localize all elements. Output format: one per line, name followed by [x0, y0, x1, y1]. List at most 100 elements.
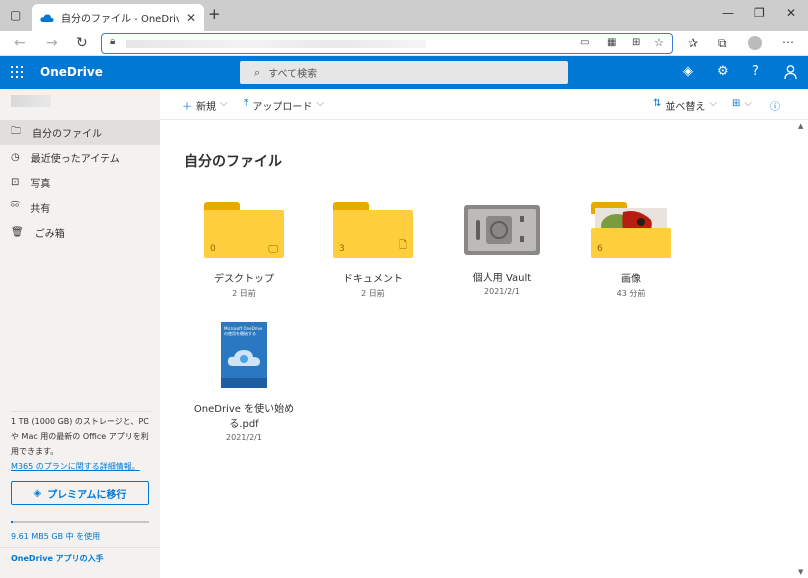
sidebar-item-recycle-bin[interactable]: 🗑︎ ごみ箱	[0, 220, 160, 245]
user-name-blurred	[11, 95, 51, 107]
lock-icon: 🔒︎	[110, 36, 116, 47]
sort-icon: ⇅	[653, 98, 662, 109]
sidebar-item-label: 写真	[30, 179, 51, 190]
share-icon: ᵒ͡ᵒ	[11, 202, 20, 213]
chevron-down-icon: ⌵	[316, 98, 325, 109]
view-toggle-button[interactable]: ⊞ ⌵	[732, 98, 752, 109]
new-button[interactable]: ＋ 新規 ⌵	[182, 98, 228, 113]
folder-count: 6	[597, 244, 603, 254]
folder-tile-documents[interactable]: 3 🗋 ドキュメント 2 日前	[318, 202, 428, 299]
storage-usage-bar	[11, 521, 149, 523]
collections-icon[interactable]: ⧉	[718, 36, 727, 51]
main-scrollbar[interactable]: ▲ ▼	[796, 120, 808, 578]
plus-icon: ＋	[182, 102, 192, 113]
plan-info-link[interactable]: M365 のプランに関する詳細情報。	[11, 462, 140, 471]
pdf-thumbnail-image: Microsoft OneDrive の使用を開始する	[221, 322, 267, 388]
url-field[interactable]: 🔒︎ ▭ ▦ ⊞ ☆	[101, 33, 673, 54]
item-name: 個人用 Vault	[472, 273, 532, 284]
search-box[interactable]: ⌕ すべて検索	[240, 61, 568, 84]
sort-label: 並べ替え	[665, 102, 706, 113]
sidebar-item-label: 共有	[30, 204, 51, 215]
page-title: 自分のファイル	[184, 154, 282, 170]
tab-actions-icon[interactable]: ▢	[10, 8, 21, 22]
sidebar-item-shared[interactable]: ᵒ͡ᵒ 共有	[0, 195, 160, 220]
split-view-icon[interactable]: ⊞	[632, 37, 640, 48]
url-text-blurred	[126, 40, 426, 48]
vault-safe-icon	[464, 205, 540, 255]
close-window-button[interactable]: ✕	[786, 6, 796, 20]
upload-arrow-icon: ⤒	[244, 98, 249, 109]
folder-tile-desktop[interactable]: 0 🖵 デスクトップ 2 日前	[189, 202, 299, 299]
info-icon: ⓘ	[770, 102, 780, 113]
tab-close-icon[interactable]: ✕	[186, 11, 196, 25]
premium-diamond-icon[interactable]: ◈	[683, 64, 693, 79]
pdf-thumbnail-text: Microsoft OneDrive の使用を開始する	[224, 326, 263, 336]
sidebar-item-photos[interactable]: ⊡ 写真	[0, 170, 160, 195]
file-tile-pdf[interactable]: Microsoft OneDrive の使用を開始する OneDrive を使い…	[184, 322, 304, 442]
photo-icon: ⊡	[11, 177, 20, 188]
refresh-icon[interactable]: ↻	[76, 35, 88, 51]
more-options-button[interactable]: ⋯	[782, 35, 794, 49]
tab-title: 自分のファイル - OneDrive	[61, 14, 179, 25]
qr-icon[interactable]: ▦	[607, 37, 616, 48]
monitor-icon: 🖵	[268, 244, 278, 255]
onedrive-brand[interactable]: OneDrive	[40, 65, 103, 79]
minimize-button[interactable]: —	[722, 6, 734, 20]
chevron-down-icon: ⌵	[220, 98, 228, 109]
new-tab-button[interactable]: +	[208, 5, 221, 23]
folder-count: 3	[339, 244, 345, 254]
storage-info-text: 1 TB (1000 GB) のストレージと、PC や Mac 用の最新の Of…	[11, 417, 149, 456]
diamond-icon: ◈	[33, 487, 42, 499]
sidebar-item-label: 自分のファイル	[32, 129, 102, 140]
cloud-illustration-icon	[227, 350, 260, 366]
upload-label: アップロード	[252, 102, 313, 113]
scroll-down-icon[interactable]: ▼	[798, 568, 803, 576]
item-name: デスクトップ	[214, 274, 274, 285]
grid-view-icon: ⊞	[732, 98, 741, 109]
item-date: 43 分前	[616, 289, 646, 298]
onedrive-cloud-icon	[40, 13, 54, 22]
read-aloud-icon[interactable]: ▭	[580, 37, 589, 48]
sidebar-item-label: ごみ箱	[34, 229, 65, 240]
app-launcher-icon[interactable]	[11, 66, 23, 78]
forward-arrow-icon[interactable]: →	[46, 35, 58, 51]
search-placeholder: すべて検索	[268, 69, 318, 80]
document-icon: 🗋	[398, 240, 407, 251]
scroll-up-icon[interactable]: ▲	[798, 122, 803, 130]
profile-avatar[interactable]	[748, 36, 762, 50]
maximize-button[interactable]: ❐	[754, 6, 765, 20]
info-pane-button[interactable]: ⓘ	[770, 98, 780, 113]
storage-usage-fill	[11, 521, 13, 523]
folder-tile-pictures[interactable]: 6 画像 43 分前	[576, 202, 686, 299]
upload-button[interactable]: ⤒ アップロード ⌵	[244, 98, 324, 113]
item-date: 2021/2/1	[484, 287, 520, 296]
get-apps-link[interactable]: OneDrive アプリの入手	[11, 551, 151, 566]
sort-button[interactable]: ⇅ 並べ替え ⌵	[653, 98, 717, 113]
help-button[interactable]: ?	[752, 64, 759, 79]
chevron-down-icon: ⌵	[744, 98, 752, 109]
folder-icon: 0 🖵	[204, 202, 284, 258]
settings-gear-icon[interactable]: ⚙	[717, 64, 729, 79]
sidebar-divider	[0, 547, 160, 548]
account-person-icon[interactable]	[784, 65, 797, 80]
favorites-icon[interactable]: ✰	[688, 36, 698, 50]
premium-button[interactable]: ◈ プレミアムに移行	[11, 481, 149, 505]
chevron-down-icon: ⌵	[709, 98, 717, 109]
browser-tab[interactable]: 自分のファイル - OneDrive ✕	[32, 4, 204, 31]
folder-count: 0	[210, 244, 216, 254]
command-bar: ＋ 新規 ⌵ ⤒ アップロード ⌵ ⇅ 並べ替え ⌵ ⊞ ⌵ ⓘ	[160, 89, 808, 120]
vault-tile[interactable]: 個人用 Vault 2021/2/1	[447, 202, 557, 296]
browser-titlebar: ▢ 自分のファイル - OneDrive ✕ + — ❐ ✕	[0, 0, 808, 31]
item-name: 画像	[621, 274, 641, 285]
sidebar: 🗀 自分のファイル ◷ 最近使ったアイテム ⊡ 写真 ᵒ͡ᵒ 共有 🗑︎ ごみ箱…	[0, 89, 160, 578]
address-bar: ← → ↻ 🔒︎ ▭ ▦ ⊞ ☆ ✰ ⧉ ⋯	[0, 31, 808, 56]
storage-usage-text[interactable]: 9.61 MB5 GB 中 を使用	[11, 529, 151, 544]
sidebar-item-my-files[interactable]: 🗀 自分のファイル	[0, 120, 160, 145]
sidebar-item-recent[interactable]: ◷ 最近使ったアイテム	[0, 145, 160, 170]
back-arrow-icon[interactable]: ←	[14, 35, 26, 51]
storage-info: 1 TB (1000 GB) のストレージと、PC や Mac 用の最新の Of…	[11, 411, 151, 474]
onedrive-appbar: OneDrive ⌕ すべて検索 ◈ ⚙ ?	[0, 56, 808, 89]
favorite-star-icon[interactable]: ☆	[654, 36, 664, 49]
item-date: 2021/2/1	[226, 433, 262, 442]
item-name: ドキュメント	[343, 274, 403, 285]
